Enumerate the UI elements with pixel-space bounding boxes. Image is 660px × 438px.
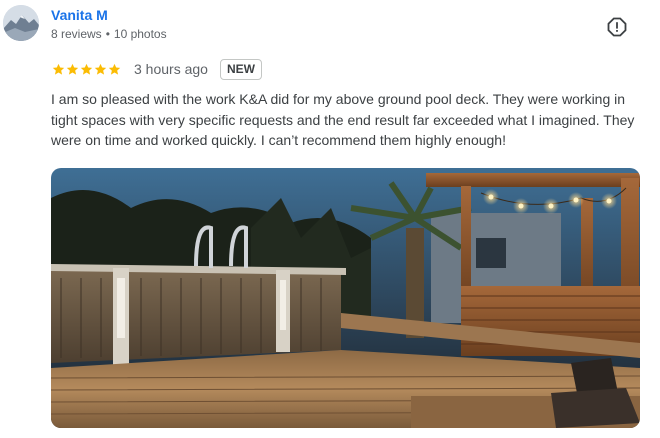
- reviewer-name[interactable]: Vanita M: [51, 7, 108, 23]
- report-flag-icon: [607, 17, 627, 37]
- photo-count: 10 photos: [113, 27, 167, 41]
- avatar-image: [3, 5, 39, 41]
- star-rating: [52, 63, 121, 76]
- reviewer-meta: 8 reviews • 10 photos: [51, 27, 167, 41]
- star-icon: [52, 63, 65, 75]
- review-time: 3 hours ago: [134, 61, 208, 77]
- avatar[interactable]: [3, 5, 39, 41]
- review-photo[interactable]: [51, 168, 640, 428]
- meta-separator: •: [105, 27, 110, 41]
- report-button[interactable]: [606, 16, 628, 38]
- new-badge: NEW: [219, 58, 262, 80]
- star-icon: [94, 63, 107, 75]
- rating-row: 3 hours ago NEW: [52, 58, 262, 80]
- star-icon: [108, 63, 121, 75]
- pool-deck-photo: [51, 168, 640, 428]
- review-count: 8 reviews: [51, 27, 102, 41]
- star-icon: [66, 63, 79, 75]
- review-text: I am so pleased with the work K&A did fo…: [51, 91, 635, 148]
- star-icon: [80, 63, 93, 75]
